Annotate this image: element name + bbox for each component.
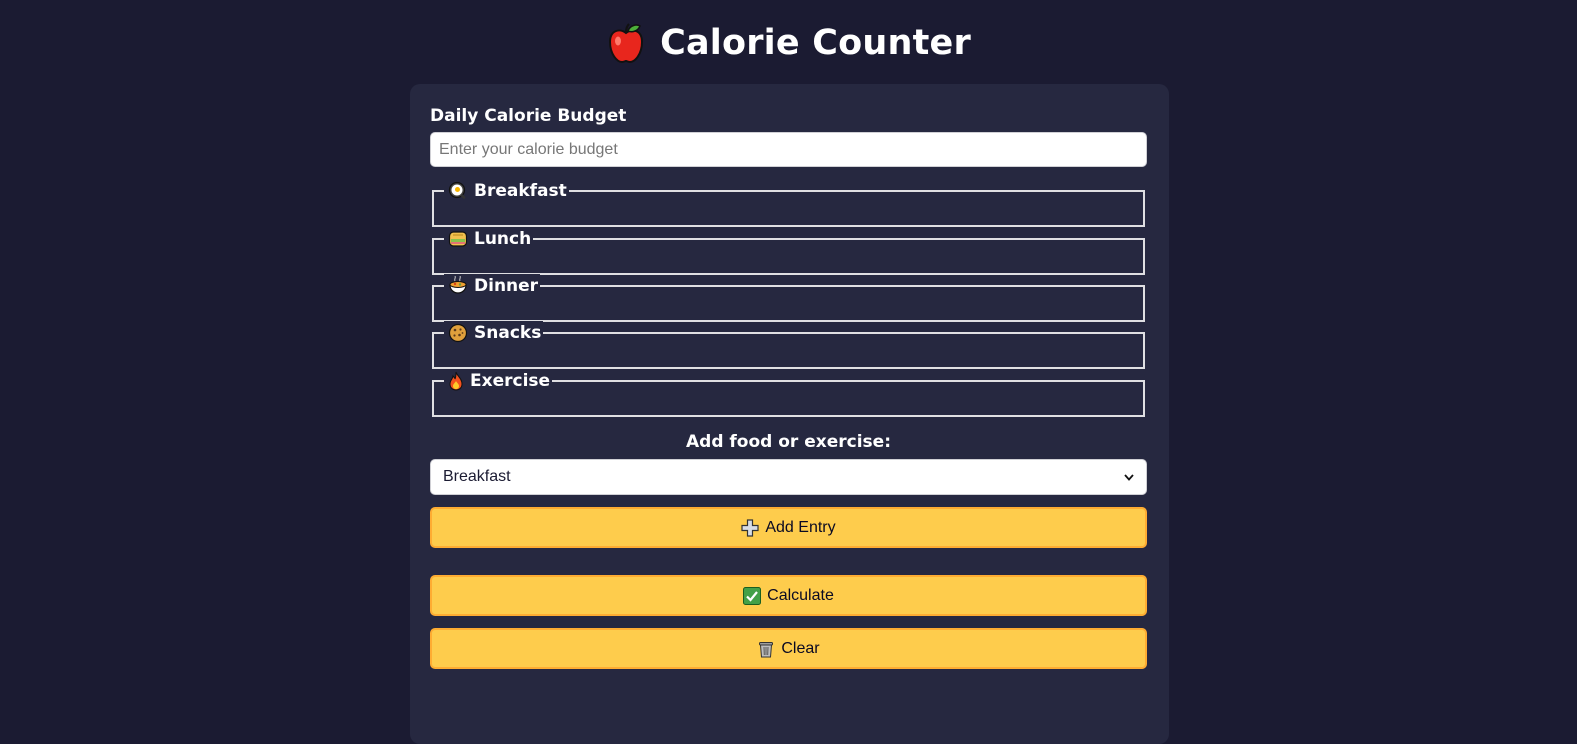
budget-label: Daily Calorie Budget xyxy=(430,106,626,126)
calculate-button[interactable]: Calculate xyxy=(430,575,1147,616)
calorie-form-card: Daily Calorie Budget Breakfast xyxy=(410,84,1169,744)
plus-icon xyxy=(741,519,759,537)
breakfast-label: Breakfast xyxy=(474,181,567,201)
dinner-fieldset: Dinner xyxy=(432,285,1145,322)
fire-icon xyxy=(448,371,464,391)
add-entry-label: Add food or exercise: xyxy=(430,432,1147,452)
breakfast-legend: Breakfast xyxy=(444,179,569,203)
dinner-label: Dinner xyxy=(474,276,538,296)
snacks-label: Snacks xyxy=(474,323,541,343)
stew-bowl-icon xyxy=(448,276,468,296)
page-title: Calorie Counter xyxy=(660,23,971,63)
calculate-button-label: Calculate xyxy=(767,587,834,605)
trash-can-icon xyxy=(757,640,775,658)
check-mark-icon xyxy=(743,587,761,605)
exercise-legend: Exercise xyxy=(444,369,552,393)
exercise-label: Exercise xyxy=(470,371,550,391)
budget-input[interactable] xyxy=(430,132,1147,167)
add-entry-button-label: Add Entry xyxy=(765,519,835,537)
breakfast-fieldset: Breakfast xyxy=(432,190,1145,227)
snacks-fieldset: Snacks xyxy=(432,332,1145,369)
fried-egg-icon xyxy=(448,181,468,201)
clear-button[interactable]: Clear xyxy=(430,628,1147,669)
snacks-legend: Snacks xyxy=(444,321,543,345)
red-apple-icon xyxy=(606,22,646,64)
cookie-icon xyxy=(448,323,468,343)
page-header: Calorie Counter xyxy=(0,18,1577,68)
add-entry-button[interactable]: Add Entry xyxy=(430,507,1147,548)
lunch-fieldset: Lunch xyxy=(432,238,1145,275)
lunch-label: Lunch xyxy=(474,229,531,249)
clear-button-label: Clear xyxy=(781,640,819,658)
chevron-down-icon xyxy=(1124,474,1134,481)
entry-type-select[interactable]: Breakfast xyxy=(430,459,1147,495)
sandwich-icon xyxy=(448,229,468,249)
dinner-legend: Dinner xyxy=(444,274,540,298)
lunch-legend: Lunch xyxy=(444,227,533,251)
exercise-fieldset: Exercise xyxy=(432,380,1145,417)
entry-type-selected-value: Breakfast xyxy=(443,468,511,486)
